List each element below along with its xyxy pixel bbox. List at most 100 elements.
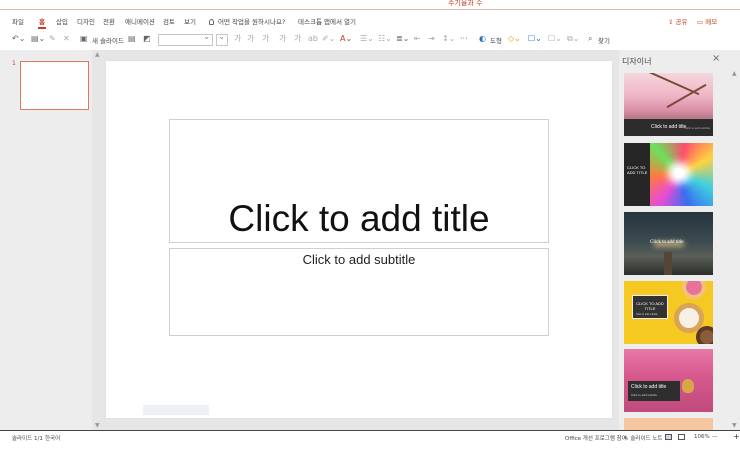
tab-file[interactable]: 파일 [12,16,24,26]
format-painter-icon[interactable]: ✎ [49,33,56,45]
document-title: 주기율과 수 [448,0,483,7]
design-idea-5[interactable]: Click to add title Click to add subtitle [624,349,713,412]
tab-design[interactable]: 디자인 [77,16,95,26]
subtitle-placeholder-text: Click to add subtitle [302,252,416,267]
font-color-icon[interactable]: A⌄ [340,33,352,45]
zoom-in-icon[interactable]: + [733,432,740,441]
shrink-font-icon[interactable]: 가 [247,33,254,45]
layout-icon[interactable]: ▤ [128,33,136,45]
dock-shape [664,252,672,275]
design-idea-1[interactable]: Click to add title Click to add subtitle [624,73,713,136]
slide-canvas[interactable]: Click to add title Click to add subtitle [106,61,612,418]
shape-fill-icon[interactable]: ◇⌄ [508,33,521,45]
slide-thumbnail[interactable] [20,61,89,110]
slide-thumbnail-pane[interactable]: 1 [0,50,92,430]
designer-pane: 디자이너 × ▲ Click to add title Click to add… [619,50,740,430]
notes-label: 슬라이드 노트 [630,436,663,442]
zoom-level[interactable]: 106% [694,434,710,440]
design-caption: CLICK TO ADD TITLE [627,165,648,175]
font-name-select[interactable] [158,32,213,46]
notes-icon: ✎ [624,436,629,442]
paste-icon[interactable]: ▤⌄ [31,33,45,45]
normal-view-icon[interactable] [665,434,672,440]
design-idea-4[interactable]: CLICK TO ADD TITLE Click to add subtitle [624,281,713,344]
highlight-icon[interactable]: ✐⌄ [322,33,335,45]
underline-button[interactable]: 가 [294,33,301,45]
tab-view[interactable]: 보기 [184,16,196,26]
design-caption: Click to add title [651,124,687,130]
notes-button[interactable]: ✎ 슬라이드 노트 [624,434,662,442]
share-icon: ⇪ [668,18,674,26]
share-button[interactable]: ⇪ 공유 [668,16,688,26]
design-idea-3[interactable]: Click to add title [624,212,713,275]
line-spacing-icon[interactable]: ↕⌄ [442,33,455,45]
grow-font-icon[interactable]: 가 [234,33,241,45]
numbering-icon[interactable]: ☷⌄ [378,33,392,45]
new-slide-button[interactable]: 새 슬라이드 [92,35,124,45]
zoom-slider[interactable]: — [712,434,718,440]
ribbon-toolbar: ↶⌄ ▤⌄ ✎ ✕ ▣ 새 슬라이드 ▤ ◩ 가 가 가 가 가 ab ✐⌄ A… [0,31,740,49]
design-subcaption: Click to add subtitle [631,393,658,397]
increase-indent-icon[interactable]: ⇥ [428,33,435,45]
align-icon[interactable]: ≣⌄ [396,33,409,45]
decrease-indent-icon[interactable]: ⇤ [414,33,421,45]
status-bar: 슬라이드 1/1 한국어 Office 개선 프로그램 참여 ✎ 슬라이드 노트… [0,430,740,444]
designer-title: 디자이너 [622,57,652,66]
design-caption: Click to add title [631,384,667,390]
tab-home[interactable]: 홈 [38,16,46,29]
find-button[interactable]: 찾기 [598,35,610,45]
tell-me-search[interactable]: 어떤 작업을 원하시나요? [209,16,285,26]
donut-shape [696,326,713,344]
tab-transitions[interactable]: 전환 [103,16,115,26]
title-placeholder-text: Click to add title [228,198,490,239]
language-status[interactable]: 한국어 [45,434,60,442]
subtitle-placeholder[interactable]: Click to add subtitle [169,248,549,336]
slide-number: 1 [12,60,16,67]
notes-tooltip [143,405,209,415]
scroll-up-arrow-icon[interactable]: ▲ [95,51,100,58]
bold-button[interactable]: 가 [262,33,269,45]
slide-sorter-icon[interactable] [678,434,685,440]
shape-effects-icon[interactable]: ☐⌄ [548,33,562,45]
design-subcaption: Click to add subtitle [684,126,711,130]
shapes-button[interactable]: 도형 [490,35,502,45]
pane-scroll-up-icon[interactable]: ▲ [732,70,737,77]
strikethrough-icon[interactable]: ab [308,33,318,45]
design-idea-2[interactable]: CLICK TO ADD TITLE [624,143,713,206]
bullets-icon[interactable]: ☰⌄ [360,33,374,45]
pane-scroll-down-icon[interactable]: ▼ [732,422,737,429]
font-size-select[interactable] [216,32,228,46]
scroll-down-arrow-icon[interactable]: ▼ [95,422,100,429]
arrange-icon[interactable]: ⧉⌄ [567,33,579,45]
tab-review[interactable]: 검토 [163,16,175,26]
delete-icon[interactable]: ✕ [63,33,70,45]
title-bar: 주기율과 수 [0,0,740,10]
design-caption: Click to add title [650,240,684,245]
more-options-button[interactable]: ··· [460,33,468,45]
undo-icon[interactable]: ↶⌄ [12,33,25,45]
tab-insert[interactable]: 삽입 [56,16,68,26]
ribbon-tabs: 파일 홈 삽입 디자인 전환 애니메이션 검토 보기 어떤 작업을 원하시나요?… [0,14,740,30]
page-bottom [0,444,740,457]
shapes-icon[interactable]: ◐ [479,33,486,45]
donut-shape [682,281,706,299]
design-idea-6[interactable] [624,418,713,430]
title-placeholder[interactable]: Click to add title [169,119,549,243]
comments-button[interactable]: ▭ 메모 [697,16,717,26]
find-icon[interactable]: ⌕ [588,33,592,45]
tab-animations[interactable]: 애니메이션 [125,16,155,26]
open-in-desktop-app-link[interactable]: 데스크톱 앱에서 열기 [298,16,356,26]
new-slide-icon[interactable]: ▣ [80,33,88,45]
design-subcaption: Click to add subtitle [636,313,658,316]
design-caption: CLICK TO ADD TITLE [636,301,664,311]
theme-icon[interactable]: ◩ [143,33,151,45]
close-icon[interactable]: × [712,53,720,64]
comments-label: 메모 [705,18,718,26]
italic-button[interactable]: 가 [279,33,286,45]
shape-outline-icon[interactable]: ☐⌄ [528,33,542,45]
comment-icon: ▭ [697,18,704,26]
color-burst-image [646,143,713,206]
improve-office-link[interactable]: Office 개선 프로그램 참여 [565,434,627,442]
bird-shape [682,379,694,393]
slide-counter: 슬라이드 1/1 [12,436,43,442]
